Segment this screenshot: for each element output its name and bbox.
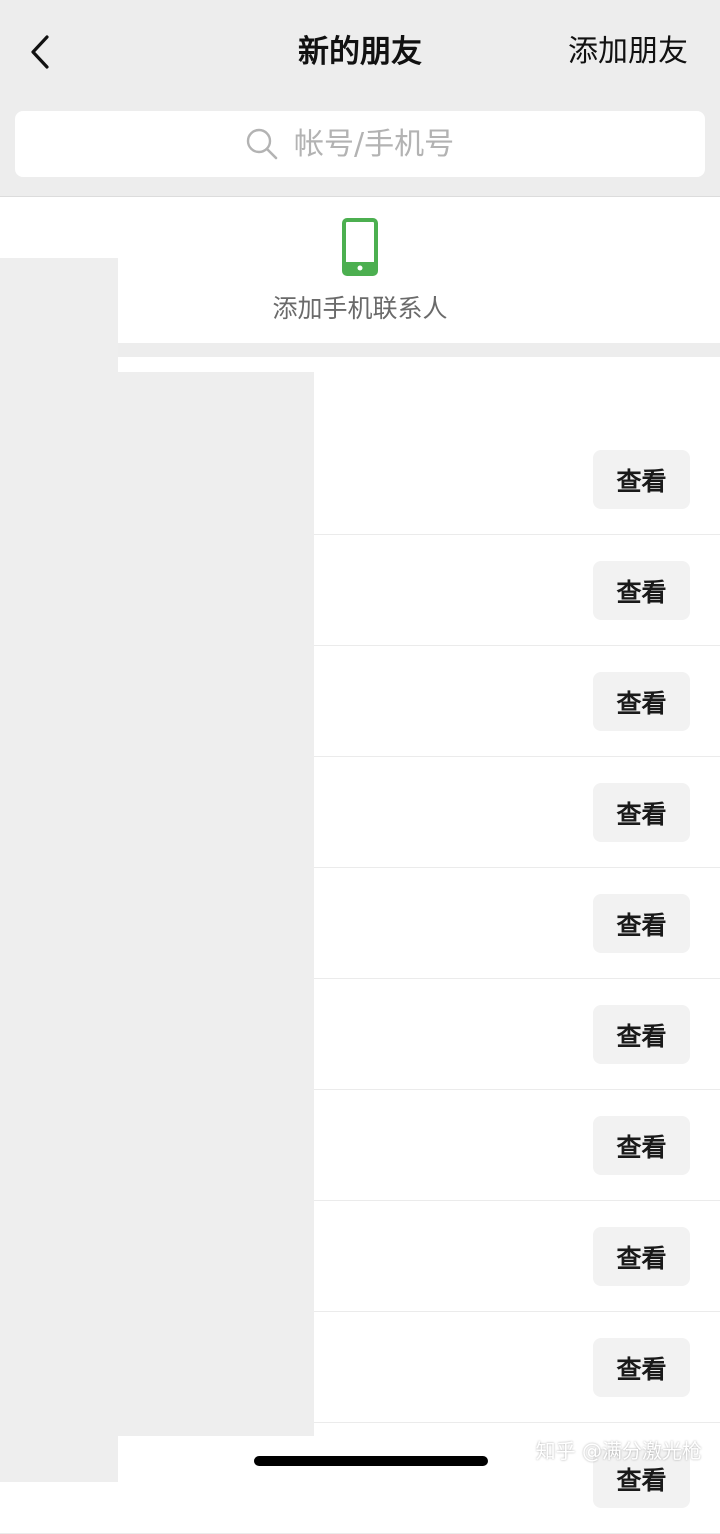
view-button[interactable]: 查看 <box>593 450 690 509</box>
search-bar[interactable] <box>15 111 705 177</box>
back-button[interactable] <box>22 28 58 76</box>
search-icon <box>246 128 278 160</box>
home-indicator[interactable] <box>254 1456 488 1466</box>
search-area <box>0 100 720 197</box>
view-button[interactable]: 查看 <box>593 1116 690 1175</box>
navigation-bar: 新的朋友 添加朋友 <box>0 0 720 100</box>
redacted-area <box>118 372 314 1436</box>
view-button[interactable]: 查看 <box>593 1227 690 1286</box>
add-friends-button[interactable]: 添加朋友 <box>568 28 688 76</box>
view-button[interactable]: 查看 <box>593 561 690 620</box>
view-button[interactable]: 查看 <box>593 1338 690 1397</box>
chevron-left-icon <box>31 35 49 69</box>
search-input[interactable] <box>294 126 474 162</box>
view-button[interactable]: 查看 <box>593 1005 690 1064</box>
view-button[interactable]: 查看 <box>593 672 690 731</box>
view-button[interactable]: 查看 <box>593 894 690 953</box>
mobile-phone-icon <box>342 218 378 276</box>
watermark: 知乎 @满分激光枪 <box>535 1439 702 1463</box>
redacted-area <box>0 258 118 1482</box>
view-button[interactable]: 查看 <box>593 783 690 842</box>
